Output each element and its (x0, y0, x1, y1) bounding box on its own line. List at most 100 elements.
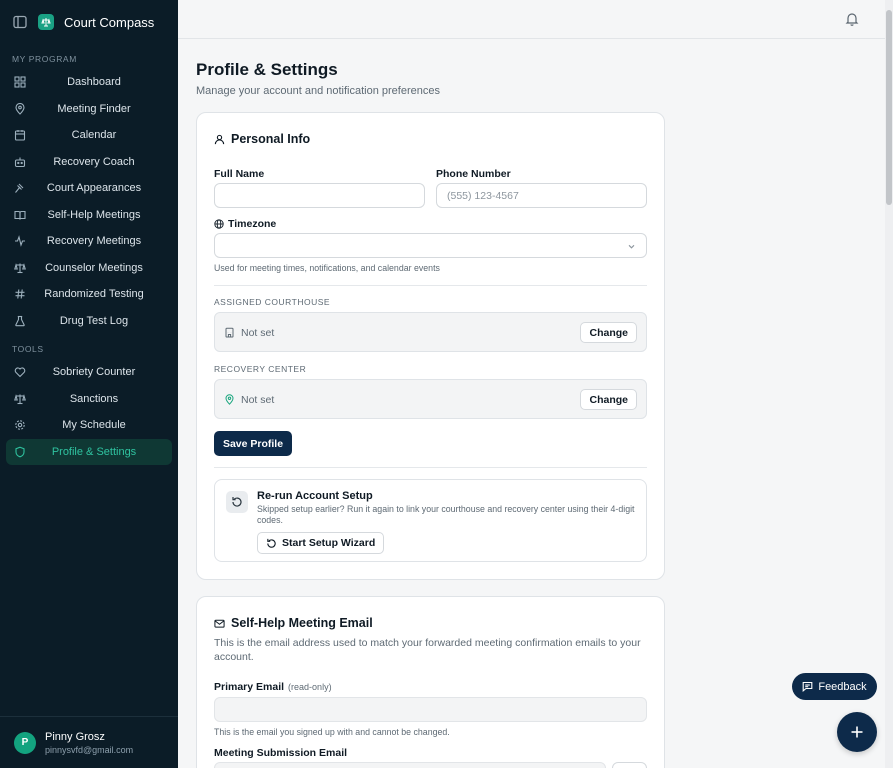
page-header: Profile & Settings Manage your account a… (196, 60, 666, 97)
personal-info-heading: Personal Info (214, 132, 310, 146)
sidebar-item-self-help-meetings[interactable]: Self-Help Meetings (6, 202, 172, 229)
recovery-center-label: Recovery Center (214, 364, 307, 374)
primary-email-label: Primary Email (read-only) (214, 681, 332, 693)
sidebar-item-recovery-meetings[interactable]: Recovery Meetings (6, 228, 172, 255)
page-scrollbar[interactable] (885, 0, 893, 768)
sidebar-item-label: Sanctions (69, 392, 119, 405)
sidebar-item-counselor-meetings[interactable]: Counselor Meetings (6, 255, 172, 282)
tools-nav: Sobriety Counter Sanctions My Schedule P… (0, 359, 178, 465)
personal-info-card: Personal Info Full Name Phone Number (55… (196, 112, 665, 580)
sidebar-item-label: Sobriety Counter (52, 366, 136, 379)
section-label-my-program: My Program (12, 54, 77, 64)
read-only-tag: (read-only) (288, 682, 332, 692)
courthouse-box: Not set Change (214, 312, 647, 352)
section-label-tools: Tools (12, 344, 44, 354)
sidebar-item-label: Self-Help Meetings (47, 208, 141, 221)
self-help-email-card: Self-Help Meeting Email This is the emai… (196, 596, 665, 768)
meeting-submission-email-label: Meeting Submission Email (214, 747, 348, 759)
sidebar-item-dashboard[interactable]: Dashboard (6, 69, 172, 96)
account-setup-box: Re-run Account Setup Skipped setup earli… (214, 479, 647, 562)
change-courthouse-button[interactable]: Change (580, 322, 637, 343)
feedback-button[interactable]: Feedback (792, 673, 877, 700)
copy-email-button[interactable] (612, 762, 647, 768)
refresh-icon-box (226, 491, 248, 513)
sidebar-item-sobriety-counter[interactable]: Sobriety Counter (6, 359, 172, 386)
sidebar-item-label: Drug Test Log (59, 314, 129, 327)
primary-email-input (214, 697, 647, 722)
add-fab-button[interactable] (837, 712, 877, 752)
sidebar-item-label: Recovery Meetings (46, 235, 142, 248)
gear-icon (15, 420, 25, 430)
page-subtitle: Manage your account and notification pre… (196, 85, 440, 97)
top-bar (178, 0, 885, 39)
card-title: Self-Help Meeting Email (231, 616, 373, 630)
sidebar-item-recovery-coach[interactable]: Recovery Coach (6, 149, 172, 176)
activity-icon (15, 235, 25, 247)
timezone-label-text: Timezone (228, 218, 277, 230)
sidebar-item-court-appearances[interactable]: Court Appearances (6, 175, 172, 202)
refresh-icon (232, 497, 242, 507)
primary-email-label-text: Primary Email (214, 681, 285, 693)
program-nav: Dashboard Meeting Finder Calendar Recove… (0, 69, 178, 334)
building-icon (225, 327, 234, 338)
meeting-submission-email-input (214, 762, 606, 768)
sidebar-item-meeting-finder[interactable]: Meeting Finder (6, 96, 172, 123)
change-recovery-center-button[interactable]: Change (580, 389, 637, 410)
sidebar-item-label: Meeting Finder (57, 102, 131, 115)
timezone-label: Timezone (214, 218, 276, 230)
start-setup-wizard-label: Start Setup Wizard (282, 537, 376, 549)
sidebar-item-label: My Schedule (62, 419, 126, 432)
divider (214, 285, 647, 286)
sidebar-item-label: Court Appearances (46, 182, 142, 195)
sidebar-item-label: Calendar (71, 129, 117, 142)
scale-icon (14, 393, 26, 404)
refresh-icon (267, 538, 276, 548)
self-help-email-description: This is the email address used to match … (214, 637, 641, 663)
phone-number-input[interactable]: (555) 123-4567 (436, 183, 647, 208)
gavel-icon (15, 183, 24, 193)
sidebar-item-sanctions[interactable]: Sanctions (6, 386, 172, 413)
full-name-label: Full Name (214, 168, 265, 180)
sidebar-item-calendar[interactable]: Calendar (6, 122, 172, 149)
sidebar-item-label: Counselor Meetings (45, 261, 143, 274)
scale-icon (14, 262, 26, 273)
scale-logo-icon (38, 14, 54, 30)
full-name-input[interactable] (214, 183, 425, 208)
bell-icon[interactable] (845, 12, 859, 26)
setup-description: Skipped setup earlier? Run it again to l… (257, 504, 635, 525)
user-name: Pinny Grosz (45, 730, 105, 743)
sidebar-item-drug-test-log[interactable]: Drug Test Log (6, 308, 172, 335)
shield-icon (15, 446, 25, 457)
card-title: Personal Info (231, 132, 311, 146)
scrollbar-thumb[interactable] (886, 10, 892, 205)
save-profile-button[interactable]: Save Profile (214, 431, 292, 456)
page-title: Profile & Settings (196, 60, 338, 79)
recovery-center-value: Not set (241, 394, 275, 406)
bot-icon (14, 157, 26, 167)
map-pin-icon (225, 394, 234, 405)
assigned-courthouse-label: Assigned Courthouse (214, 297, 331, 307)
setup-title: Re-run Account Setup (257, 490, 373, 502)
user-email: pinnysvfd@gmail.com (45, 744, 134, 755)
user-profile[interactable]: P Pinny Grosz pinnysvfd@gmail.com (0, 716, 178, 768)
plus-icon (851, 726, 863, 738)
brand: Court Compass (0, 0, 178, 44)
heart-icon (14, 367, 26, 378)
mail-icon (214, 619, 225, 628)
sidebar: Court Compass My Program Dashboard Meeti… (0, 0, 178, 768)
phone-number-label: Phone Number (436, 168, 511, 180)
timezone-hint: Used for meeting times, notifications, a… (214, 263, 440, 273)
sidebar-item-randomized-testing[interactable]: Randomized Testing (6, 281, 172, 308)
divider (214, 467, 647, 468)
calendar-icon (14, 130, 26, 141)
timezone-select[interactable] (214, 233, 647, 258)
user-info: Pinny Grosz pinnysvfd@gmail.com (45, 731, 133, 755)
user-icon (214, 134, 225, 144)
chevron-down-icon (628, 244, 635, 249)
start-setup-wizard-button[interactable]: Start Setup Wizard (257, 532, 385, 554)
sidebar-item-profile-settings[interactable]: Profile & Settings (6, 438, 172, 465)
feedback-label: Feedback (818, 680, 867, 693)
sidebar-item-my-schedule[interactable]: My Schedule (6, 412, 172, 439)
courthouse-value: Not set (241, 327, 275, 339)
sidebar-toggle-icon[interactable] (12, 14, 28, 30)
